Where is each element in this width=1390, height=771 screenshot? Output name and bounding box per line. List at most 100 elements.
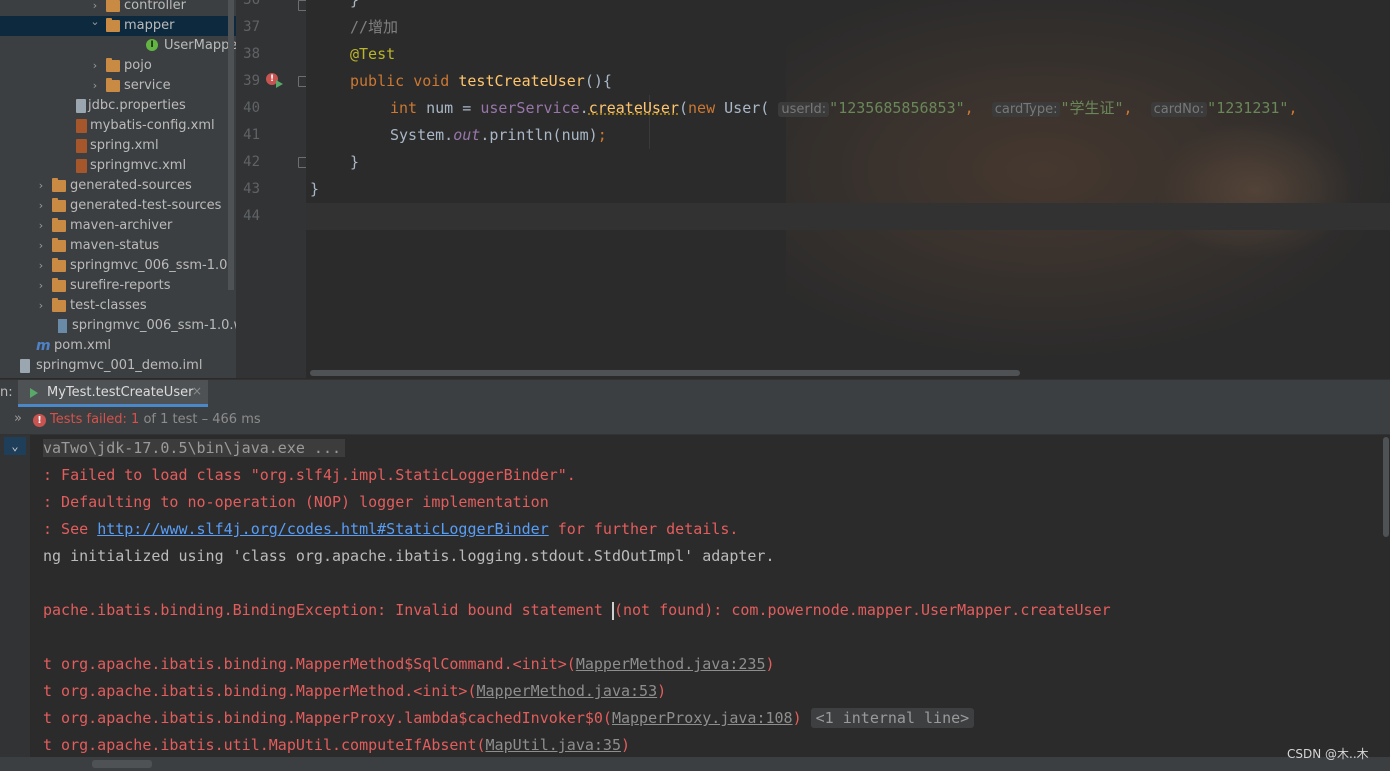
code-keyword: void [413,72,450,90]
chevron-down-icon[interactable]: ⌄ [4,437,26,455]
tree-item-test-classes[interactable]: › test-classes [0,296,236,316]
tree-item-label: springmvc_001_demo.iml [36,358,203,373]
tree-item-usermapper[interactable]: I UserMapper [0,36,236,56]
chevron-right-icon[interactable]: › [89,56,101,76]
source-link[interactable]: MapperMethod.java:53 [476,682,657,700]
source-link[interactable]: MapperProxy.java:108 [612,709,793,727]
console-horizontal-scrollbar[interactable] [0,757,1390,771]
watermark: CSDN @木..木 [1287,747,1369,761]
tree-item-service[interactable]: › service [0,76,236,96]
chevron-right-icon[interactable]: › [35,236,47,256]
project-tree: › controller ⌄ mapper I UserMapper › pojo › servi… [0,0,236,378]
code-line-39: public void testCreateUser(){ [350,68,612,95]
war-file-icon [58,319,67,333]
code-annotation: @Test [350,45,396,63]
code-field: userService [480,99,580,117]
tree-item-spring-xml[interactable]: spring.xml [0,136,236,156]
code-line-36: } [350,0,359,14]
java-command[interactable]: vaTwo\jdk-17.0.5\bin\java.exe ... [43,439,346,457]
tree-item-label: mybatis-config.xml [90,118,215,133]
xml-file-icon [76,159,87,173]
code-token: ; [597,126,607,144]
run-window-label: n: [0,385,13,400]
console-line: ng initialized using 'class org.apache.i… [43,543,775,570]
console-output[interactable]: vaTwo\jdk-17.0.5\bin\java.exe ... : Fail… [30,435,1390,757]
folder-icon [52,298,66,312]
double-chevron-right-icon[interactable]: » [14,411,22,426]
tree-item-label: pojo [124,58,152,73]
folder-icon [52,198,66,212]
source-link[interactable]: MapperMethod.java:235 [576,655,766,673]
folder-icon [52,258,66,272]
chevron-right-icon[interactable]: › [35,296,47,316]
scrollbar-thumb[interactable] [92,760,152,768]
chevron-right-icon[interactable]: › [35,196,47,216]
tree-item-controller[interactable]: › controller [0,0,236,16]
slf4j-link[interactable]: http://www.slf4j.org/codes.html#StaticLo… [97,520,549,538]
tree-item-label: surefire-reports [70,278,171,293]
code-token: .println(num) [480,126,598,144]
tree-item-surefire-reports[interactable]: › surefire-reports [0,276,236,296]
tree-item-label: UserMapper [164,38,236,53]
console-text: : See [43,520,98,538]
source-link[interactable]: MapUtil.java:35 [486,736,621,754]
line-number: 39 [243,73,260,89]
tree-item-generated-test-sources[interactable]: › generated-test-sources [0,196,236,216]
code-keyword: public [350,72,405,90]
tree-item-label: test-classes [70,298,147,313]
tree-item-springmvc-xml[interactable]: springmvc.xml [0,156,236,176]
folder-icon [52,218,66,232]
tree-item-jdbc-properties[interactable]: jdbc.properties [0,96,236,116]
tree-item-pom-xml[interactable]: m pom.xml [0,336,236,356]
line-number: 36 [243,0,260,8]
code-keyword: new [688,99,716,117]
tree-item-mybatis-config-xml[interactable]: mybatis-config.xml [0,116,236,136]
chevron-right-icon[interactable]: › [35,276,47,296]
tree-item-springmvc-006-ssm-1-0-war[interactable]: springmvc_006_ssm-1.0.war [0,316,236,336]
code-editor[interactable]: } //增加 @Test public void testCreateUser(… [306,0,1390,378]
chevron-down-icon[interactable]: ⌄ [89,12,101,32]
code-method-name: testCreateUser [458,72,585,90]
tests-failed-label: Tests failed: 1 [50,412,140,427]
tree-item-label: jdbc.properties [88,98,186,113]
line-number: 40 [243,100,260,116]
tree-item-mapper[interactable]: ⌄ mapper [0,15,236,36]
tree-item-generated-sources[interactable]: › generated-sources [0,176,236,196]
editor-horizontal-scrollbar[interactable] [310,370,1020,376]
internal-lines-fold[interactable]: <1 internal line> [810,708,975,728]
tree-item-label: springmvc.xml [90,158,187,173]
tree-item-maven-archiver[interactable]: › maven-archiver [0,216,236,236]
tree-item-label: maven-archiver [70,218,173,233]
chevron-right-icon[interactable]: › [89,76,101,96]
close-icon[interactable]: × [192,384,202,398]
chevron-right-icon[interactable]: › [35,176,47,196]
code-string: "学生证" [1060,99,1124,117]
console-line: t org.apache.ibatis.util.MapUtil.compute… [43,732,630,757]
code-token: } [350,0,360,9]
console-vertical-scrollbar[interactable] [1383,437,1389,537]
run-test-icon[interactable] [276,80,283,88]
xml-file-icon [76,119,87,133]
tree-item-maven-status[interactable]: › maven-status [0,236,236,256]
console-text: (not found): com.powernode.mapper.UserMa… [613,601,1111,619]
code-token: } [310,180,320,198]
folder-icon [106,58,120,72]
tab-mytest-testcreateuser[interactable]: MyTest.testCreateUser × [18,380,208,407]
chevron-right-icon[interactable]: › [35,256,47,276]
code-token: , [1288,99,1298,117]
line-number: 42 [243,154,260,170]
code-static-field: out [453,126,481,144]
tree-item-pojo[interactable]: › pojo [0,56,236,76]
editor-background-image [1156,120,1356,260]
tree-scrollbar[interactable] [228,0,234,290]
code-line-37: //增加 [350,14,398,41]
tree-item-springmvc-006-ssm-1-0[interactable]: › springmvc_006_ssm-1.0 [0,256,236,276]
chevron-right-icon[interactable]: › [35,216,47,236]
console-text: ) [657,682,667,700]
tree-item-springmvc-001-demo-iml[interactable]: springmvc_001_demo.iml [0,356,236,376]
tree-item-label: controller [124,0,187,13]
tree-item-label: maven-status [70,238,160,253]
console-line: t org.apache.ibatis.binding.MapperProxy.… [43,705,975,732]
tree-item-label: generated-sources [70,178,192,193]
console-text: ) [792,709,802,727]
